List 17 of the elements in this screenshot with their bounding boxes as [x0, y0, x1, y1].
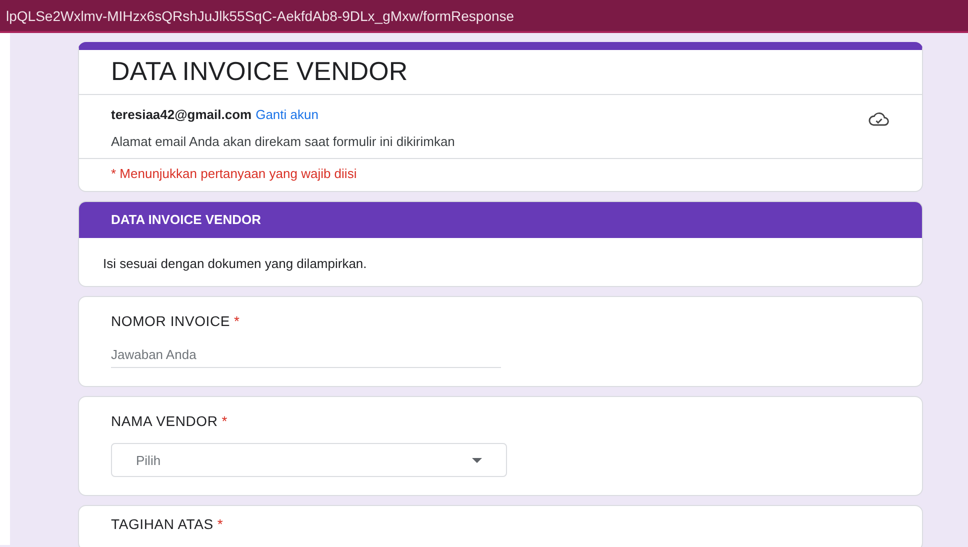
switch-account-link[interactable]: Ganti akun — [256, 106, 318, 122]
form-title: DATA INVOICE VENDOR — [79, 50, 922, 95]
caret-icon — [472, 458, 482, 462]
question-label: TAGIHAN ATAS — [111, 516, 214, 532]
required-mark: * — [234, 313, 240, 329]
section-title: DATA INVOICE VENDOR — [79, 202, 922, 238]
required-mark: * — [222, 413, 228, 429]
cloud-check-icon — [868, 112, 890, 127]
account-email: teresiaa42@gmail.com — [111, 106, 252, 122]
dropdown-select[interactable]: Pilih — [111, 443, 507, 477]
question-label: NAMA VENDOR — [111, 413, 218, 429]
required-mark: * — [217, 516, 224, 532]
url-text[interactable]: lpQLSe2Wxlmv-MIHzx6sQRshJuJlk55SqC-AekfdAb8-9DLx_gMxw/formResponse — [6, 8, 514, 24]
email-note: Alamat email Anda akan direkam saat formulir ini dikirimkan — [79, 127, 922, 159]
section-description: Isi sesuai dengan dokumen yang dilampirkan. — [102, 255, 368, 273]
question-label: NOMOR INVOICE — [111, 313, 230, 329]
required-note: * Menunjukkan pertanyaan yang wajib diisi — [110, 165, 358, 183]
